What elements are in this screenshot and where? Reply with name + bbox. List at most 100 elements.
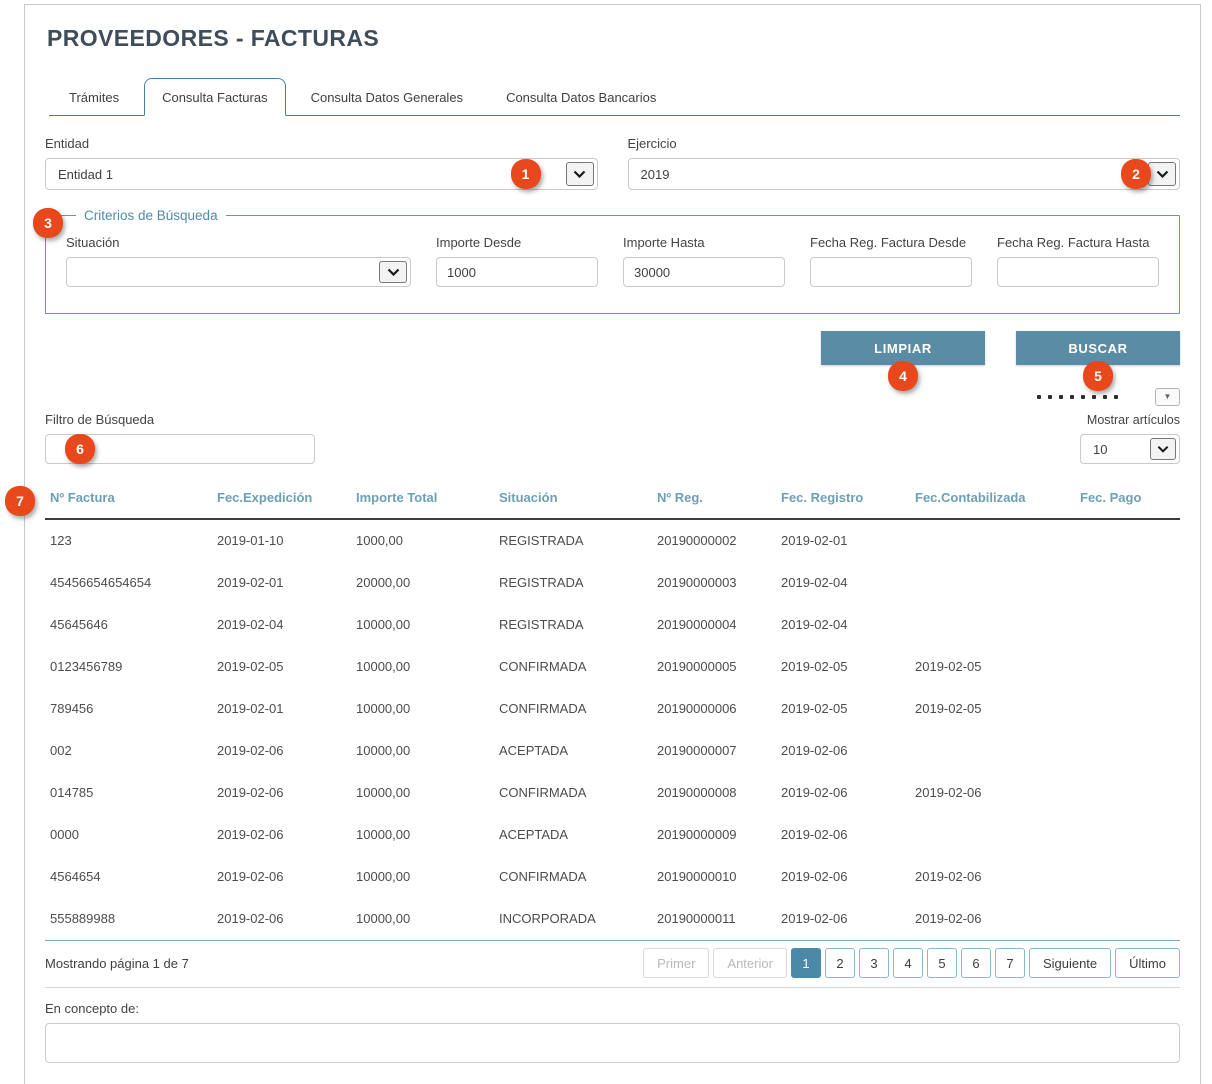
table-cell: CONFIRMADA	[499, 772, 657, 814]
tab-consulta-datos-generales[interactable]: Consulta Datos Generales	[293, 78, 481, 116]
table-row[interactable]: 45646542019-02-0610000,00CONFIRMADA20190…	[45, 856, 1180, 898]
page-button-4[interactable]: 4	[893, 948, 923, 978]
table-cell: REGISTRADA	[499, 604, 657, 646]
fecha-reg-hasta-label: Fecha Reg. Factura Hasta	[997, 235, 1159, 250]
table-cell: ACEPTADA	[499, 814, 657, 856]
page-button-último[interactable]: Último	[1115, 948, 1180, 978]
page-button-anterior: Anterior	[713, 948, 787, 978]
caret-down-icon[interactable]: ▼	[1155, 388, 1180, 406]
table-row[interactable]: 456456462019-02-0410000,00REGISTRADA2019…	[45, 604, 1180, 646]
chevron-down-icon[interactable]	[566, 162, 594, 186]
table-cell	[1080, 772, 1180, 814]
mostrar-articulos-select[interactable]: 10	[1080, 434, 1180, 464]
situacion-label: Situación	[66, 235, 411, 250]
entidad-select[interactable]: Entidad 1 1	[45, 158, 598, 190]
importe-hasta-label: Importe Hasta	[623, 235, 785, 250]
table-cell	[1080, 519, 1180, 562]
table-cell: 20190000009	[657, 814, 781, 856]
column-header-3: Situación	[499, 486, 657, 519]
column-header-1: Fec.Expedición	[217, 486, 356, 519]
table-cell: 123	[45, 519, 217, 562]
table-cell: 2019-02-01	[217, 562, 356, 604]
limpiar-button[interactable]: LIMPIAR	[821, 331, 985, 365]
table-cell: 2019-02-05	[781, 646, 915, 688]
table-cell: 10000,00	[356, 688, 499, 730]
dot-icon	[1092, 395, 1096, 399]
table-cell: 0123456789	[45, 646, 217, 688]
table-cell: 10000,00	[356, 814, 499, 856]
table-row[interactable]: 01234567892019-02-0510000,00CONFIRMADA20…	[45, 646, 1180, 688]
column-header-6: Fec.Contabilizada	[915, 486, 1080, 519]
en-concepto-textarea[interactable]	[45, 1023, 1180, 1063]
table-cell: 2019-02-05	[915, 688, 1080, 730]
fecha-reg-desde-input[interactable]	[810, 257, 972, 287]
table-row[interactable]: 0022019-02-0610000,00ACEPTADA20190000007…	[45, 730, 1180, 772]
fecha-reg-hasta-input[interactable]	[997, 257, 1159, 287]
table-cell: 2019-02-05	[781, 688, 915, 730]
tab-consulta-datos-bancarios[interactable]: Consulta Datos Bancarios	[488, 78, 674, 116]
table-cell	[915, 730, 1080, 772]
importe-desde-input[interactable]	[436, 257, 598, 287]
table-cell: 2019-02-06	[781, 898, 915, 941]
table-cell: 10000,00	[356, 898, 499, 941]
page-button-3[interactable]: 3	[859, 948, 889, 978]
table-cell	[915, 604, 1080, 646]
table-row[interactable]: 0147852019-02-0610000,00CONFIRMADA201900…	[45, 772, 1180, 814]
dot-icon	[1103, 395, 1107, 399]
proveedores-facturas-window: PROVEEDORES - FACTURAS Trámites Consulta…	[24, 4, 1201, 1084]
page-title: PROVEEDORES - FACTURAS	[47, 25, 1180, 52]
ejercicio-select[interactable]: 2019 2	[628, 158, 1181, 190]
annotation-badge-3: 3	[33, 208, 63, 238]
annotation-badge-7: 7	[5, 486, 35, 516]
table-row[interactable]: 1232019-01-101000,00REGISTRADA2019000000…	[45, 519, 1180, 562]
table-cell: 20190000006	[657, 688, 781, 730]
page-button-6[interactable]: 6	[961, 948, 991, 978]
column-header-5: Fec. Registro	[781, 486, 915, 519]
dot-icon	[1059, 395, 1063, 399]
table-cell: 20190000008	[657, 772, 781, 814]
table-cell: 1000,00	[356, 519, 499, 562]
tab-consulta-facturas[interactable]: Consulta Facturas	[144, 78, 286, 116]
table-row[interactable]: 5558899882019-02-0610000,00INCORPORADA20…	[45, 898, 1180, 941]
table-cell	[1080, 688, 1180, 730]
buscar-button[interactable]: BUSCAR	[1016, 331, 1180, 365]
table-cell: 4564654	[45, 856, 217, 898]
chevron-down-icon[interactable]	[1148, 162, 1176, 186]
table-cell: 2019-02-06	[781, 856, 915, 898]
table-cell	[1080, 856, 1180, 898]
entidad-label: Entidad	[45, 136, 598, 151]
dot-icon	[1081, 395, 1085, 399]
chevron-down-icon[interactable]	[1150, 438, 1176, 460]
pagination-buttons: PrimerAnterior1234567SiguienteÚltimo	[639, 948, 1180, 978]
table-cell: 2019-02-06	[217, 814, 356, 856]
annotation-badge-4: 4	[888, 361, 918, 391]
table-cell: 789456	[45, 688, 217, 730]
ejercicio-label: Ejercicio	[628, 136, 1181, 151]
table-cell: REGISTRADA	[499, 519, 657, 562]
table-row[interactable]: 7894562019-02-0110000,00CONFIRMADA201900…	[45, 688, 1180, 730]
dot-icon	[1070, 395, 1074, 399]
criterios-busqueda-legend: Criterios de Búsqueda	[76, 208, 226, 223]
table-cell: 2019-02-05	[217, 646, 356, 688]
annotation-badge-5: 5	[1083, 361, 1113, 391]
page-button-7[interactable]: 7	[995, 948, 1025, 978]
table-cell: 10000,00	[356, 730, 499, 772]
table-row[interactable]: 00002019-02-0610000,00ACEPTADA2019000000…	[45, 814, 1180, 856]
table-cell	[915, 519, 1080, 562]
page-button-5[interactable]: 5	[927, 948, 957, 978]
table-cell: 10000,00	[356, 772, 499, 814]
dot-icon	[1037, 395, 1041, 399]
table-cell	[1080, 814, 1180, 856]
tab-tramites[interactable]: Trámites	[51, 78, 137, 116]
page-button-siguiente[interactable]: Siguiente	[1029, 948, 1111, 978]
page-button-1[interactable]: 1	[791, 948, 821, 978]
annotation-badge-2: 2	[1121, 159, 1151, 189]
situacion-select[interactable]	[66, 257, 411, 287]
column-header-0: Nº Factura	[45, 486, 217, 519]
importe-hasta-input[interactable]	[623, 257, 785, 287]
page-button-2[interactable]: 2	[825, 948, 855, 978]
dot-icon	[1048, 395, 1052, 399]
results-table: Nº FacturaFec.ExpediciónImporte TotalSit…	[45, 486, 1180, 941]
chevron-down-icon[interactable]	[379, 261, 407, 283]
table-row[interactable]: 454566546546542019-02-0120000,00REGISTRA…	[45, 562, 1180, 604]
